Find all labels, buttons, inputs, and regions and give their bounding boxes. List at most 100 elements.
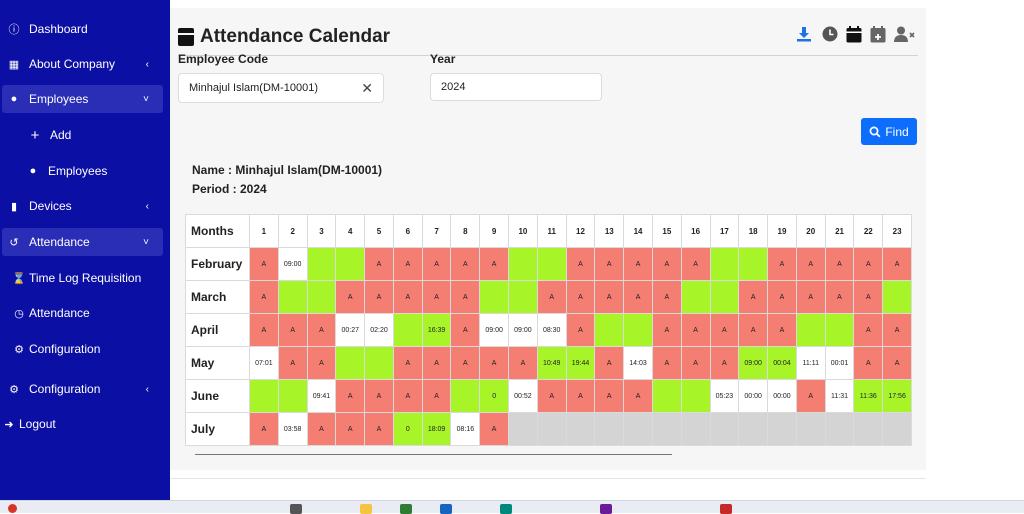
taskbar-app-icon[interactable] [8,504,17,513]
day-cell[interactable]: 18:09 [421,412,452,446]
day-cell[interactable]: A [594,247,625,281]
day-cell[interactable] [277,280,308,314]
day-cell[interactable]: A [882,247,912,281]
day-cell[interactable]: 00:27 [335,313,366,347]
day-cell[interactable]: 09:00 [738,346,769,380]
day-cell[interactable]: A [738,280,769,314]
day-cell[interactable]: A [767,313,797,347]
day-cell[interactable]: A [392,379,423,413]
day-cell[interactable]: A [249,247,279,281]
day-cell[interactable]: A [306,412,337,446]
day-cell[interactable]: A [565,280,596,314]
day-cell[interactable] [364,346,394,380]
day-cell[interactable]: A [565,379,596,413]
day-cell[interactable]: 07:01 [249,346,279,380]
day-cell[interactable]: A [738,313,769,347]
day-cell[interactable]: 00:01 [824,346,855,380]
day-cell[interactable]: A [565,247,596,281]
day-cell[interactable]: A [795,280,826,314]
day-cell[interactable] [795,313,826,347]
day-cell[interactable]: A [249,280,279,314]
day-cell[interactable]: 14:03 [623,346,653,380]
sidebar-item-devices[interactable]: ▮ Devices ‹ [7,192,163,220]
year-input[interactable]: 2024 [430,73,602,101]
sidebar-item-logout[interactable]: ➜ Logout [2,410,163,438]
day-cell[interactable]: A [594,280,625,314]
day-cell[interactable]: A [421,379,452,413]
day-cell[interactable] [335,247,366,281]
day-cell[interactable]: A [709,313,740,347]
day-cell[interactable]: 00:00 [738,379,769,413]
day-cell[interactable]: A [450,313,481,347]
day-cell[interactable]: A [421,346,452,380]
day-cell[interactable] [882,280,912,314]
sidebar-item-attendance[interactable]: ↺ Attendance ˅ [2,228,163,256]
day-cell[interactable]: A [392,346,423,380]
day-cell[interactable]: A [795,379,826,413]
day-cell[interactable]: A [853,346,884,380]
day-cell[interactable]: A [680,313,711,347]
sidebar-item-employees[interactable]: ● Employees ˅ [2,85,163,113]
day-cell[interactable]: A [824,247,855,281]
day-cell[interactable]: 0 [479,379,510,413]
day-cell[interactable]: A [450,346,481,380]
day-cell[interactable]: A [306,313,337,347]
day-cell[interactable]: A [882,313,912,347]
sidebar-subitem-attendance[interactable]: ◷ Attendance [12,299,163,327]
day-cell[interactable] [536,412,567,446]
day-cell[interactable] [738,247,769,281]
day-cell[interactable]: 09:00 [508,313,538,347]
day-cell[interactable] [824,412,855,446]
day-cell[interactable] [508,412,538,446]
day-cell[interactable] [277,379,308,413]
find-button[interactable]: Find [861,118,917,145]
day-cell[interactable] [479,280,510,314]
day-cell[interactable]: A [882,346,912,380]
day-cell[interactable]: A [249,313,279,347]
day-cell[interactable]: A [421,247,452,281]
day-cell[interactable]: A [709,346,740,380]
day-cell[interactable]: A [623,280,653,314]
day-cell[interactable]: A [249,412,279,446]
day-cell[interactable]: A [335,379,366,413]
day-cell[interactable]: 11:36 [853,379,884,413]
day-cell[interactable] [709,412,740,446]
sidebar-item-configuration[interactable]: ⚙ Configuration ‹ [7,375,163,403]
day-cell[interactable]: 00:04 [767,346,797,380]
day-cell[interactable]: A [450,247,481,281]
day-cell[interactable]: A [565,313,596,347]
day-cell[interactable]: A [306,346,337,380]
day-cell[interactable] [709,280,740,314]
clock-icon[interactable] [821,25,839,43]
day-cell[interactable]: A [680,247,711,281]
day-cell[interactable]: A [364,379,394,413]
day-cell[interactable]: 16:39 [421,313,452,347]
day-cell[interactable]: A [680,346,711,380]
day-cell[interactable] [824,313,855,347]
day-cell[interactable]: A [853,247,884,281]
sidebar-subitem-time-log-requisition[interactable]: ⌛ Time Log Requisition [12,264,163,292]
day-cell[interactable]: A [479,412,510,446]
calendar-icon[interactable] [845,25,863,43]
sidebar-subitem-add[interactable]: + Add [28,121,163,149]
day-cell[interactable]: A [392,247,423,281]
day-cell[interactable]: 05:23 [709,379,740,413]
day-cell[interactable] [565,412,596,446]
day-cell[interactable]: 00:00 [767,379,797,413]
day-cell[interactable]: 09:41 [306,379,337,413]
day-cell[interactable]: A [651,346,682,380]
day-cell[interactable] [680,280,711,314]
day-cell[interactable] [306,280,337,314]
day-cell[interactable]: A [421,280,452,314]
day-cell[interactable]: A [392,280,423,314]
sidebar-subitem-employees[interactable]: ● Employees [26,157,163,185]
sidebar-subitem-configuration[interactable]: ⚙ Configuration [12,335,163,363]
day-cell[interactable] [680,379,711,413]
day-cell[interactable]: 11:11 [795,346,826,380]
day-cell[interactable]: 00:52 [508,379,538,413]
day-cell[interactable]: A [623,247,653,281]
day-cell[interactable]: A [364,247,394,281]
day-cell[interactable]: A [364,280,394,314]
day-cell[interactable] [651,412,682,446]
day-cell[interactable] [508,280,538,314]
